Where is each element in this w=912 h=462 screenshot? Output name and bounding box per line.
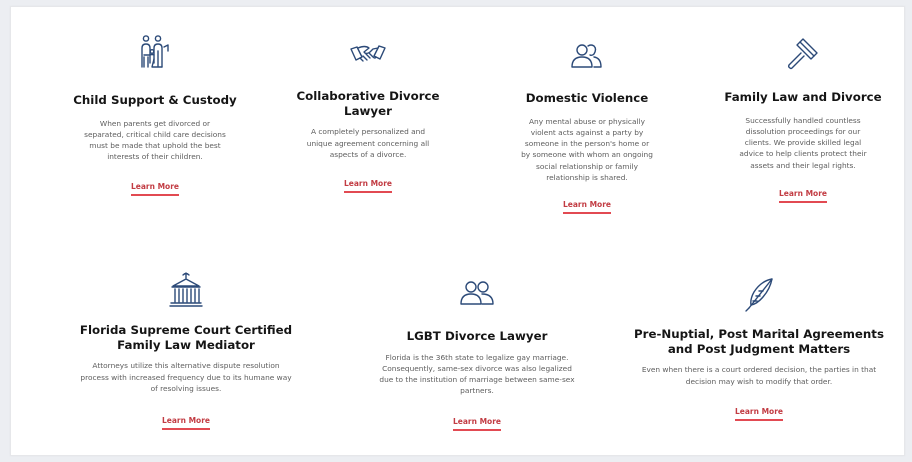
service-mediator: Florida Supreme Court Certified Family L… xyxy=(71,271,301,431)
learn-more-link[interactable]: Learn More xyxy=(162,416,210,431)
service-collaborative-divorce: Collaborative Divorce Lawyer A completel… xyxy=(277,35,459,194)
learn-more-link[interactable]: Learn More xyxy=(563,200,611,215)
service-title: Child Support & Custody xyxy=(73,93,237,107)
handshake-icon xyxy=(348,35,388,75)
people-icon xyxy=(457,273,497,313)
service-description: When parents get divorced or separated, … xyxy=(84,118,226,162)
service-title: Domestic Violence xyxy=(525,91,649,105)
learn-more-link[interactable]: Learn More xyxy=(344,179,392,194)
service-description: A completely personalized and unique agr… xyxy=(306,127,430,159)
service-description: Even when there is a court ordered decis… xyxy=(641,365,877,386)
service-description: Attorneys utilize this alternative dispu… xyxy=(80,361,292,393)
service-description: Florida is the 36th state to legalize ga… xyxy=(379,352,575,396)
learn-more-link[interactable]: Learn More xyxy=(735,407,783,421)
quill-icon xyxy=(739,275,779,315)
learn-more-link[interactable]: Learn More xyxy=(453,417,501,431)
service-title: Collaborative Divorce Lawyer xyxy=(296,89,440,118)
service-title: Pre-Nuptial, Post Marital Agreements and… xyxy=(634,327,884,356)
learn-more-link[interactable]: Learn More xyxy=(779,189,827,203)
gavel-icon xyxy=(783,33,823,73)
service-domestic-violence: Domestic Violence Any mental abuse or ph… xyxy=(495,37,679,215)
service-child-support: Child Support & Custody When parents get… xyxy=(55,33,255,196)
service-title: LGBT Divorce Lawyer xyxy=(406,329,548,343)
people-icon xyxy=(567,37,607,77)
service-lgbt-divorce: LGBT Divorce Lawyer Florida is the 36th … xyxy=(351,273,603,431)
service-description: Successfully handled countless dissoluti… xyxy=(739,115,867,170)
service-prenuptial: Pre-Nuptial, Post Marital Agreements and… xyxy=(633,275,885,421)
family-icon xyxy=(135,33,175,73)
service-title: Family Law and Divorce xyxy=(724,90,882,104)
service-description: Any mental abuse or physically violent a… xyxy=(521,116,653,182)
learn-more-link[interactable]: Learn More xyxy=(131,182,179,196)
services-panel: Child Support & Custody When parents get… xyxy=(10,6,905,456)
service-title: Florida Supreme Court Certified Family L… xyxy=(79,323,293,352)
courthouse-icon xyxy=(166,271,206,311)
service-family-law: Family Law and Divorce Successfully hand… xyxy=(705,33,901,203)
